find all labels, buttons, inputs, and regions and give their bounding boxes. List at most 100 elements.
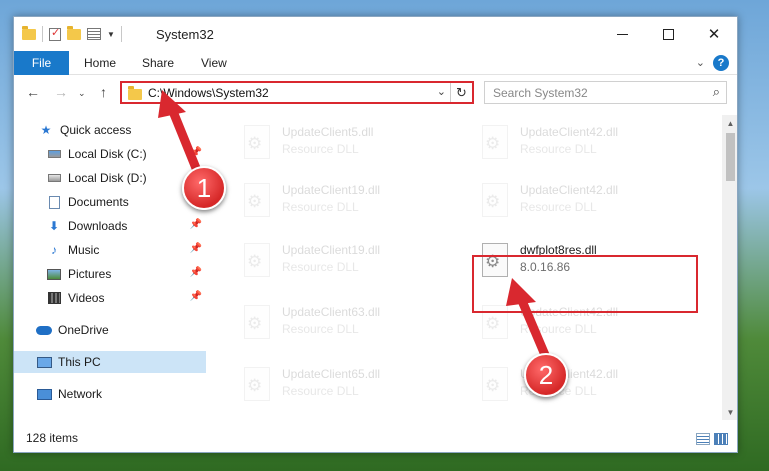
tab-file[interactable]: File	[14, 51, 69, 75]
dll-file-icon	[244, 367, 270, 401]
drive-icon-wrap	[46, 171, 62, 185]
file-name: UpdateClient42.dll	[520, 125, 619, 139]
file-name: UpdateClient19.dll	[282, 243, 381, 257]
file-list: UpdateClient5.dll Resource DLL UpdateCli…	[208, 115, 720, 420]
sidebar-item-label: Downloads	[68, 219, 128, 233]
file-explorer-window: ▼ System32 ✕ File Home Share View ⌄ ? ← …	[13, 16, 738, 453]
file-type: Resource DLL	[282, 260, 359, 274]
file-item[interactable]: UpdateClient5.dll Resource DLL	[232, 121, 457, 171]
vertical-scrollbar[interactable]: ▲ ▼	[722, 115, 737, 420]
file-type: Resource DLL	[520, 142, 597, 156]
tab-share[interactable]: Share	[142, 56, 174, 70]
quick-access-toolbar: ▼	[22, 25, 122, 42]
tab-view[interactable]: View	[201, 56, 227, 70]
sidebar-item-music[interactable]: ♪ Music 📌	[46, 239, 206, 261]
callout-badge-1: 1	[182, 166, 226, 210]
maximize-button[interactable]	[645, 17, 691, 51]
file-name: UpdateClient42.dll	[520, 183, 619, 197]
file-type: Resource DLL	[282, 322, 359, 336]
folder-icon[interactable]	[22, 25, 36, 40]
ribbon-tabs: File Home Share View ⌄ ?	[14, 51, 737, 75]
network-icon	[36, 388, 52, 400]
videos-icon-wrap	[46, 291, 62, 305]
file-name: UpdateClient5.dll	[282, 125, 374, 139]
sidebar-item-network[interactable]: Network	[36, 383, 206, 405]
drive-icon	[47, 174, 61, 182]
onedrive-icon	[36, 325, 52, 335]
search-placeholder: Search System32	[493, 86, 588, 100]
navigation-pane: ★ Quick access Local Disk (C:) 📌 Local D…	[14, 115, 208, 420]
file-type: Resource DLL	[282, 200, 359, 214]
recent-locations-chevron-icon[interactable]: ⌄	[78, 88, 86, 99]
file-name: UpdateClient63.dll	[282, 305, 381, 319]
close-button[interactable]: ✕	[691, 17, 737, 51]
refresh-icon[interactable]: ↻	[450, 83, 472, 102]
search-input[interactable]: Search System32 ⌕	[484, 81, 727, 104]
pin-icon[interactable]: 📌	[190, 243, 202, 254]
address-bar[interactable]: C:\Windows\System32 ⌄ ↻	[120, 81, 474, 104]
file-item[interactable]: UpdateClient42.dll Resource DLL	[470, 179, 695, 229]
status-bar: 128 items	[14, 426, 737, 452]
file-type: Resource DLL	[520, 200, 597, 214]
sidebar-item-this-pc[interactable]: This PC	[14, 351, 206, 373]
address-path[interactable]: C:\Windows\System32	[148, 86, 269, 100]
details-view-icon[interactable]	[696, 433, 710, 445]
customize-toolbar-chevron-icon[interactable]: ▼	[107, 30, 115, 39]
file-name: UpdateClient19.dll	[282, 183, 381, 197]
sidebar-item-downloads[interactable]: ⬇ Downloads 📌	[46, 215, 206, 237]
minimize-button[interactable]	[599, 17, 645, 51]
pin-icon[interactable]: 📌	[190, 219, 202, 230]
window-title: System32	[156, 27, 214, 42]
sidebar-item-label: Local Disk (D:)	[68, 171, 147, 185]
navigation-bar: ← → ⌄ ↑ C:\Windows\System32 ⌄ ↻ Search S…	[14, 75, 737, 111]
file-item[interactable]: UpdateClient42.dll Resource DLL	[470, 363, 695, 413]
sidebar-item-label: Music	[68, 243, 100, 257]
sidebar-item-local-disk-c[interactable]: Local Disk (C:) 📌	[46, 143, 206, 165]
forward-arrow-icon[interactable]: →	[54, 84, 68, 100]
file-item[interactable]: UpdateClient19.dll Resource DLL	[232, 239, 457, 289]
minimize-icon	[616, 33, 628, 35]
sidebar-item-label: Documents	[68, 195, 129, 209]
search-icon[interactable]: ⌕	[713, 84, 720, 100]
pin-icon[interactable]: 📌	[190, 147, 202, 158]
file-type: Resource DLL	[282, 142, 359, 156]
file-highlight-annotation	[472, 255, 698, 313]
onedrive-icon-wrap	[36, 323, 52, 337]
file-item[interactable]: UpdateClient65.dll Resource DLL	[232, 363, 457, 413]
sidebar-item-videos[interactable]: Videos 📌	[46, 287, 206, 309]
file-item[interactable]: UpdateClient19.dll Resource DLL	[232, 179, 457, 229]
file-item[interactable]: UpdateClient42.dll Resource DLL	[470, 121, 695, 171]
expand-ribbon-chevron-icon[interactable]: ⌄	[696, 56, 705, 69]
address-dropdown-chevron-icon[interactable]: ⌄	[437, 85, 446, 98]
new-folder-icon[interactable]	[67, 25, 81, 40]
back-arrow-icon[interactable]: ←	[26, 84, 40, 100]
scroll-up-icon[interactable]: ▲	[722, 115, 737, 131]
title-bar: ▼ System32 ✕	[14, 17, 737, 51]
dll-file-icon	[244, 243, 270, 277]
tab-home[interactable]: Home	[84, 56, 116, 70]
file-type: Resource DLL	[282, 384, 359, 398]
pin-icon[interactable]: 📌	[190, 291, 202, 302]
scroll-down-icon[interactable]: ▼	[722, 404, 737, 420]
scrollbar-thumb[interactable]	[726, 133, 735, 181]
star-icon: ★	[40, 123, 52, 137]
properties-icon[interactable]	[87, 28, 101, 40]
drive-icon	[47, 150, 61, 158]
file-name: UpdateClient65.dll	[282, 367, 381, 381]
up-arrow-icon[interactable]: ↑	[100, 84, 107, 100]
help-icon[interactable]: ?	[713, 55, 729, 71]
dll-file-icon	[244, 305, 270, 339]
file-item[interactable]: UpdateClient63.dll Resource DLL	[232, 301, 457, 351]
sidebar-item-pictures[interactable]: Pictures 📌	[46, 263, 206, 285]
folder-icon	[128, 86, 142, 100]
music-icon: ♪	[51, 243, 57, 257]
network-icon-wrap	[36, 387, 52, 401]
large-icons-view-icon[interactable]	[714, 433, 728, 445]
sidebar-item-quick-access[interactable]: ★ Quick access	[38, 119, 206, 141]
this-pc-icon	[36, 356, 52, 368]
sidebar-item-label: Pictures	[68, 267, 112, 281]
properties-check-icon[interactable]	[49, 26, 61, 41]
pin-icon[interactable]: 📌	[190, 267, 202, 278]
sidebar-item-onedrive[interactable]: OneDrive	[36, 319, 206, 341]
sidebar-item-label: This PC	[58, 355, 101, 369]
